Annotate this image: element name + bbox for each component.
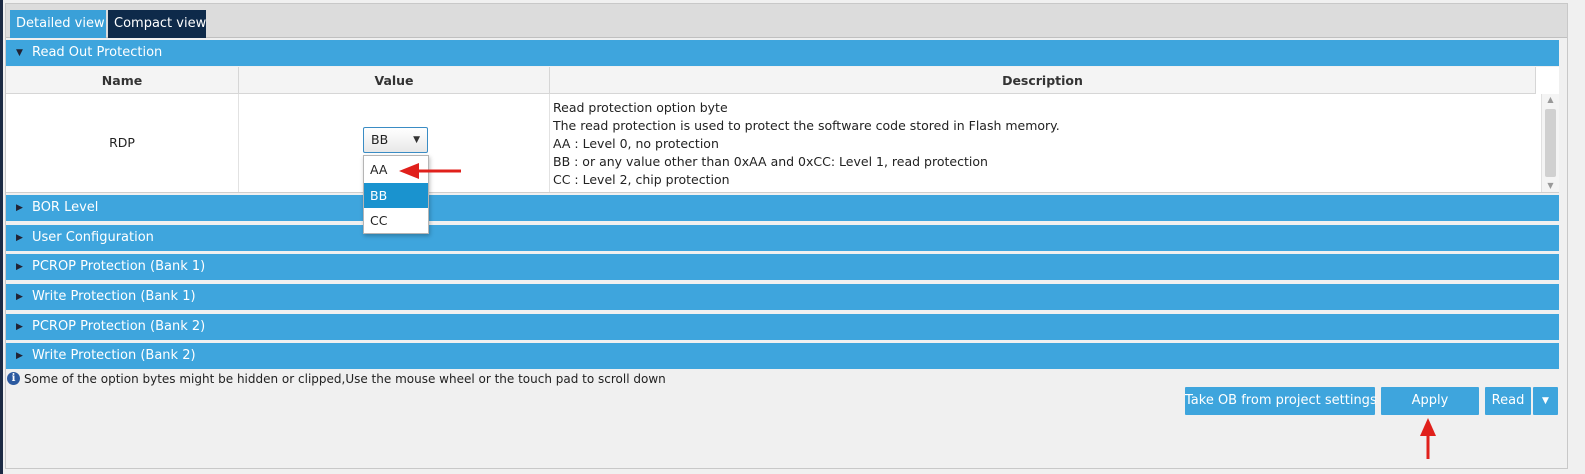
- collapsed-triangle-icon: ▶: [16, 262, 23, 272]
- collapsed-triangle-icon: ▶: [16, 292, 23, 302]
- chevron-down-icon: ▼: [413, 135, 420, 145]
- option-bytes-panel: Detailed view Compact view ▼ Read Out Pr…: [5, 3, 1568, 469]
- info-icon: i: [7, 372, 20, 385]
- table-vertical-scrollbar[interactable]: ▲ ▼: [1541, 94, 1559, 192]
- description-line: Read protection option byte: [553, 100, 728, 115]
- description-line: AA : Level 0, no protection: [553, 136, 719, 151]
- description-line: BB : or any value other than 0xAA and 0x…: [553, 154, 988, 169]
- rdp-selected-value: BB: [371, 132, 389, 147]
- section-write-protection-bank2[interactable]: ▶ Write Protection (Bank 2): [6, 343, 1559, 369]
- table-row-description-cell: Read protection option byte The read pro…: [550, 94, 1541, 192]
- rdp-name: RDP: [109, 135, 135, 150]
- description-line: The read protection is used to protect t…: [553, 118, 1060, 133]
- dropdown-option-cc[interactable]: CC: [364, 208, 428, 233]
- apply-button[interactable]: Apply: [1381, 387, 1479, 415]
- view-tab-bar: Detailed view Compact view: [6, 4, 1567, 38]
- annotation-up-arrow-icon: [1420, 418, 1436, 459]
- section-title: Write Protection (Bank 2): [32, 348, 196, 363]
- scrollbar-thumb[interactable]: [1545, 109, 1556, 177]
- section-title: BOR Level: [32, 200, 99, 215]
- section-title: Write Protection (Bank 1): [32, 289, 196, 304]
- collapsed-triangle-icon: ▶: [16, 233, 23, 243]
- tab-compact-view[interactable]: Compact view: [108, 10, 206, 38]
- section-title: Read Out Protection: [32, 45, 163, 60]
- rdp-description: Read protection option byte The read pro…: [553, 99, 1060, 189]
- rdp-value-select[interactable]: BB ▼: [363, 127, 428, 153]
- column-header-name: Name: [6, 67, 239, 94]
- scroll-hint-text: Some of the option bytes might be hidden…: [24, 372, 666, 386]
- section-write-protection-bank1[interactable]: ▶ Write Protection (Bank 1): [6, 284, 1559, 310]
- take-ob-from-project-button[interactable]: Take OB from project settings: [1185, 387, 1377, 415]
- dropdown-option-bb[interactable]: BB: [364, 183, 428, 208]
- section-pcrop-bank2[interactable]: ▶ PCROP Protection (Bank 2): [6, 314, 1559, 340]
- rdp-table: Name Value Description RDP Read protecti…: [6, 67, 1559, 193]
- read-menu-chevron-down-icon[interactable]: ▼: [1533, 387, 1558, 415]
- section-read-out-protection[interactable]: ▼ Read Out Protection: [6, 40, 1559, 66]
- section-pcrop-bank1[interactable]: ▶ PCROP Protection (Bank 1): [6, 254, 1559, 280]
- annotation-left-arrow-icon: [399, 163, 461, 179]
- column-header-description: Description: [550, 67, 1536, 94]
- section-title: PCROP Protection (Bank 2): [32, 319, 206, 334]
- table-header: Name Value Description: [6, 67, 1536, 94]
- expanded-triangle-icon: ▼: [16, 48, 23, 58]
- section-user-configuration[interactable]: ▶ User Configuration: [6, 225, 1559, 251]
- column-header-value: Value: [239, 67, 550, 94]
- tab-detailed-view[interactable]: Detailed view: [10, 10, 106, 38]
- scroll-up-arrow-icon[interactable]: ▲: [1542, 94, 1559, 106]
- section-title: PCROP Protection (Bank 1): [32, 259, 206, 274]
- section-title: User Configuration: [32, 230, 154, 245]
- collapsed-triangle-icon: ▶: [16, 203, 23, 213]
- section-bor-level[interactable]: ▶ BOR Level: [6, 195, 1559, 221]
- read-button[interactable]: Read: [1485, 387, 1531, 415]
- scroll-down-arrow-icon[interactable]: ▼: [1542, 180, 1559, 192]
- window-edge: [0, 0, 3, 474]
- description-line: CC : Level 2, chip protection: [553, 172, 730, 187]
- table-row-name-cell: RDP: [6, 94, 239, 192]
- collapsed-triangle-icon: ▶: [16, 322, 23, 332]
- collapsed-triangle-icon: ▶: [16, 351, 23, 361]
